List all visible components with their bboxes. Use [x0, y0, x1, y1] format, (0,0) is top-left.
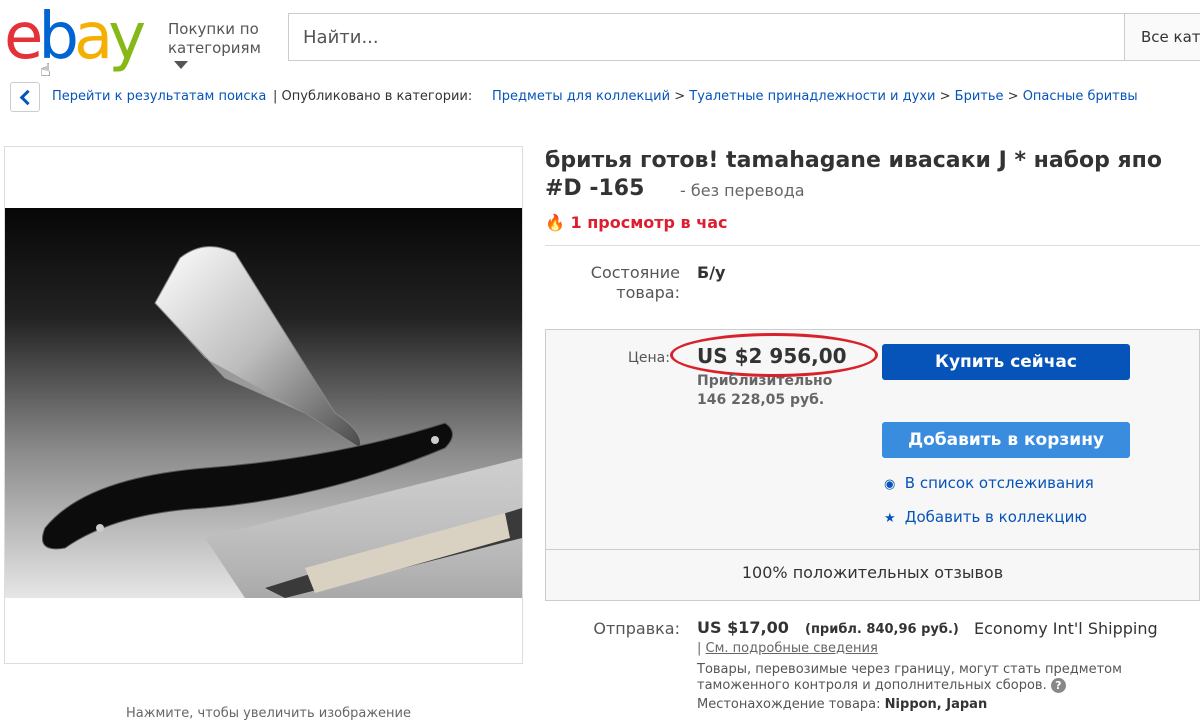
- location-value: Nippon, Japan: [884, 697, 988, 712]
- shop-by-category-button[interactable]: Покупки по категориям: [168, 20, 278, 58]
- back-to-results-link[interactable]: Перейти к результатам поиска: [52, 89, 266, 104]
- enlarge-hint: Нажмите, чтобы увеличить изображение: [126, 706, 411, 721]
- add-to-cart-button[interactable]: Добавить в корзину: [882, 422, 1130, 458]
- flame-icon: 🔥: [545, 213, 565, 232]
- breadcrumb-trail: Предметы для коллекций > Туалетные прина…: [492, 89, 1138, 104]
- chevron-down-icon[interactable]: [174, 61, 188, 69]
- item-title-suffix: #D -165: [545, 176, 645, 201]
- chevron-left-icon[interactable]: [10, 82, 40, 112]
- shipping-details: | См. подробные сведения: [697, 641, 878, 656]
- customs-note: Товары, перевозимые через границу, могут…: [697, 662, 1157, 694]
- star-icon: ★: [884, 511, 896, 526]
- divider: [546, 549, 1199, 550]
- shipping-details-link[interactable]: См. подробные сведения: [706, 641, 878, 656]
- views-indicator: 🔥 1 просмотр в час: [545, 213, 728, 232]
- breadcrumb-separator: >: [1007, 89, 1019, 104]
- no-translation-text: без перевода: [690, 181, 805, 200]
- eye-icon: ◉: [884, 477, 896, 492]
- item-title: бритья готов! tamahagane ивасаки J * наб…: [545, 148, 1162, 173]
- location-label: Местонахождение товара:: [697, 697, 881, 712]
- condition-label: Состояние товара:: [590, 263, 680, 302]
- title-dash: -: [680, 181, 686, 200]
- search-box[interactable]: [288, 13, 1125, 61]
- razor-illustration: [42, 246, 522, 598]
- logo-letter-e: e: [4, 0, 43, 74]
- breadcrumb-item-toiletries[interactable]: Туалетные принадлежности и духи: [689, 89, 935, 104]
- search-input[interactable]: [289, 14, 1124, 60]
- approx-price: Приблизительно 146 228,05 руб.: [697, 372, 832, 410]
- approx-label: Приблизительно: [697, 373, 833, 389]
- views-text: 1 просмотр в час: [570, 213, 728, 232]
- add-collection-label: Добавить в коллекцию: [904, 508, 1087, 526]
- watchlist-link[interactable]: ◉ В список отслеживания: [884, 474, 1094, 492]
- buy-now-button[interactable]: Купить сейчас: [882, 344, 1130, 380]
- watchlist-label: В список отслеживания: [904, 474, 1094, 492]
- shipping-price: US $17,00: [697, 618, 789, 637]
- divider: [545, 245, 1200, 246]
- price-highlight-oval: [670, 333, 878, 377]
- breadcrumb-separator: >: [939, 89, 951, 104]
- shipping-approx: (прибл. 840,96 руб.): [805, 622, 959, 637]
- breadcrumb-published-in: | Опубликовано в категории:: [273, 89, 473, 104]
- seller-feedback: 100% положительных отзывов: [741, 563, 1004, 582]
- add-collection-link[interactable]: ★ Добавить в коллекцию: [884, 508, 1087, 526]
- details-separator: |: [697, 641, 702, 656]
- breadcrumb: Перейти к результатам поиска: [52, 89, 266, 104]
- logo-letter-y: y: [108, 0, 146, 74]
- no-translation-label: - без перевода: [680, 181, 805, 200]
- condition-value: Б/у: [697, 263, 726, 282]
- breadcrumb-item-collectibles[interactable]: Предметы для коллекций: [492, 89, 670, 104]
- logo-letter-a: a: [74, 0, 113, 74]
- cursor-hand-icon: ☝: [40, 60, 51, 81]
- price-label: Цена:: [628, 350, 670, 366]
- item-location: Местонахождение товара: Nippon, Japan: [697, 697, 987, 712]
- ebay-logo[interactable]: ebay: [4, 4, 154, 74]
- category-select[interactable]: Все кате: [1124, 13, 1200, 61]
- breadcrumb-item-shaving[interactable]: Бритье: [955, 89, 1004, 104]
- breadcrumb-separator: >: [674, 89, 686, 104]
- breadcrumb-item-straight-razors[interactable]: Опасные бритвы: [1023, 89, 1138, 104]
- shipping-label: Отправка:: [593, 619, 680, 638]
- shipping-method: Economy Int'l Shipping: [974, 619, 1158, 638]
- approx-value: 146 228,05 руб.: [697, 392, 825, 408]
- product-image[interactable]: [5, 208, 522, 598]
- question-icon[interactable]: ?: [1050, 678, 1066, 693]
